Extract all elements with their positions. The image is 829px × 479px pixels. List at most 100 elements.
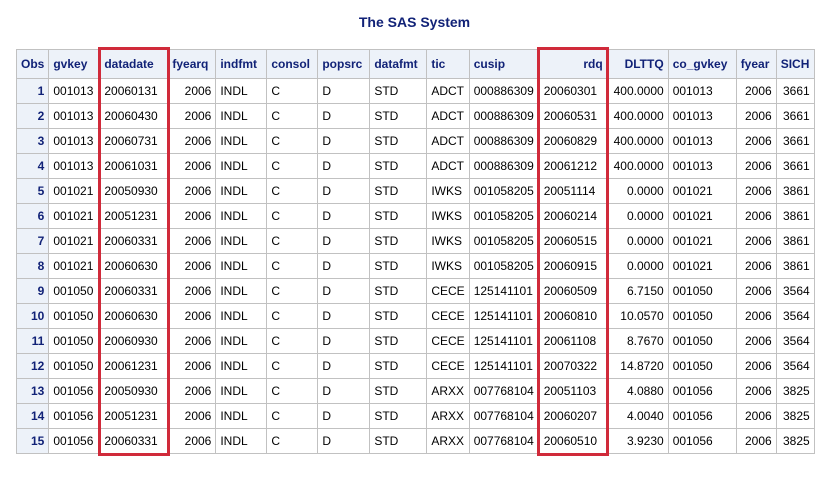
- cell-dlttq: 3.9230: [606, 428, 669, 454]
- cell-indfmt: INDL: [215, 403, 268, 429]
- cell-indfmt: INDL: [215, 353, 268, 379]
- column-header-sich: SICH: [775, 49, 815, 79]
- cell-datadate: 20060331: [99, 278, 169, 304]
- cell-tic: IWKS: [426, 253, 470, 279]
- cell-gvkey: 001021: [48, 228, 101, 254]
- cell-gvkey: 001050: [48, 278, 101, 304]
- cell-gvkey: 001050: [48, 328, 101, 354]
- cell-datadate: 20051231: [99, 403, 169, 429]
- cell-rdq: 20060829: [538, 128, 608, 154]
- cell-datafmt: STD: [369, 153, 428, 179]
- cell-tic: ADCT: [426, 78, 470, 104]
- cell-co-gvkey: 001013: [667, 78, 737, 104]
- cell-fyear: 2006: [735, 253, 777, 279]
- column-header-consol: consol: [266, 49, 319, 79]
- table-header: Obs gvkey datadate fyearq indfmt consol popsrc…: [15, 49, 815, 79]
- cell-gvkey: 001056: [48, 428, 101, 454]
- cell-cusip: 125141101: [468, 278, 540, 304]
- cell-cusip: 000886309: [468, 128, 540, 154]
- cell-rdq: 20060810: [538, 303, 608, 329]
- cell-datadate: 20050930: [99, 178, 169, 204]
- row-number: 12: [15, 353, 50, 379]
- cell-gvkey: 001050: [48, 303, 101, 329]
- cell-co-gvkey: 001056: [667, 428, 737, 454]
- cell-consol: C: [266, 278, 319, 304]
- cell-gvkey: 001021: [48, 203, 101, 229]
- cell-gvkey: 001021: [48, 178, 101, 204]
- cell-co-gvkey: 001021: [667, 253, 737, 279]
- cell-popsrc: D: [317, 153, 371, 179]
- cell-dlttq: 4.0880: [606, 378, 669, 404]
- cell-fyear: 2006: [735, 153, 777, 179]
- cell-rdq: 20051114: [538, 178, 608, 204]
- cell-sich: 3661: [775, 153, 815, 179]
- column-header-obs: Obs: [15, 49, 50, 79]
- column-header-gvkey: gvkey: [48, 49, 101, 79]
- cell-consol: C: [266, 228, 319, 254]
- cell-fyear: 2006: [735, 328, 777, 354]
- cell-sich: 3825: [775, 378, 815, 404]
- cell-dlttq: 400.0000: [606, 153, 669, 179]
- column-header-co-gvkey: co_gvkey: [667, 49, 737, 79]
- cell-fyear: 2006: [735, 203, 777, 229]
- cell-co-gvkey: 001050: [667, 353, 737, 379]
- cell-popsrc: D: [317, 328, 371, 354]
- cell-indfmt: INDL: [215, 328, 268, 354]
- cell-fyearq: 2006: [167, 153, 217, 179]
- column-header-tic: tic: [426, 49, 470, 79]
- cell-popsrc: D: [317, 428, 371, 454]
- cell-consol: C: [266, 378, 319, 404]
- row-number: 4: [15, 153, 50, 179]
- cell-dlttq: 400.0000: [606, 78, 669, 104]
- cell-consol: C: [266, 103, 319, 129]
- cell-datadate: 20061231: [99, 353, 169, 379]
- column-header-dlttq: DLTTQ: [606, 49, 669, 79]
- cell-consol: C: [266, 353, 319, 379]
- cell-sich: 3861: [775, 178, 815, 204]
- cell-consol: C: [266, 153, 319, 179]
- cell-fyearq: 2006: [167, 428, 217, 454]
- cell-cusip: 000886309: [468, 78, 540, 104]
- cell-tic: ARXX: [426, 403, 470, 429]
- cell-dlttq: 0.0000: [606, 228, 669, 254]
- sas-output-page: The SAS System Obs gvkey datadate fyearq ind…: [0, 0, 829, 479]
- cell-fyearq: 2006: [167, 303, 217, 329]
- cell-tic: ADCT: [426, 103, 470, 129]
- cell-datadate: 20050930: [99, 378, 169, 404]
- cell-fyearq: 2006: [167, 278, 217, 304]
- column-header-rdq: rdq: [538, 49, 608, 79]
- table-row: 5 001021 20050930 2006 INDL C D STD IWKS 00105820…: [15, 178, 815, 204]
- cell-consol: C: [266, 328, 319, 354]
- cell-cusip: 000886309: [468, 103, 540, 129]
- table-row: 3 001013 20060731 2006 INDL C D STD ADCT 00088630…: [15, 128, 815, 154]
- cell-fyearq: 2006: [167, 203, 217, 229]
- cell-datafmt: STD: [369, 428, 428, 454]
- cell-co-gvkey: 001050: [667, 303, 737, 329]
- cell-consol: C: [266, 303, 319, 329]
- cell-indfmt: INDL: [215, 78, 268, 104]
- cell-datadate: 20061031: [99, 153, 169, 179]
- cell-tic: CECE: [426, 353, 470, 379]
- cell-dlttq: 4.0040: [606, 403, 669, 429]
- cell-sich: 3825: [775, 428, 815, 454]
- cell-fyearq: 2006: [167, 228, 217, 254]
- cell-indfmt: INDL: [215, 203, 268, 229]
- cell-rdq: 20060515: [538, 228, 608, 254]
- row-number: 5: [15, 178, 50, 204]
- cell-dlttq: 6.7150: [606, 278, 669, 304]
- cell-tic: IWKS: [426, 228, 470, 254]
- cell-popsrc: D: [317, 178, 371, 204]
- cell-datafmt: STD: [369, 278, 428, 304]
- cell-rdq: 20060510: [538, 428, 608, 454]
- cell-co-gvkey: 001056: [667, 378, 737, 404]
- cell-gvkey: 001013: [48, 128, 101, 154]
- cell-popsrc: D: [317, 278, 371, 304]
- cell-consol: C: [266, 403, 319, 429]
- row-number: 10: [15, 303, 50, 329]
- report-title: The SAS System: [358, 14, 471, 30]
- cell-datafmt: STD: [369, 303, 428, 329]
- cell-co-gvkey: 001050: [667, 278, 737, 304]
- cell-sich: 3564: [775, 328, 815, 354]
- cell-sich: 3564: [775, 278, 815, 304]
- cell-sich: 3861: [775, 253, 815, 279]
